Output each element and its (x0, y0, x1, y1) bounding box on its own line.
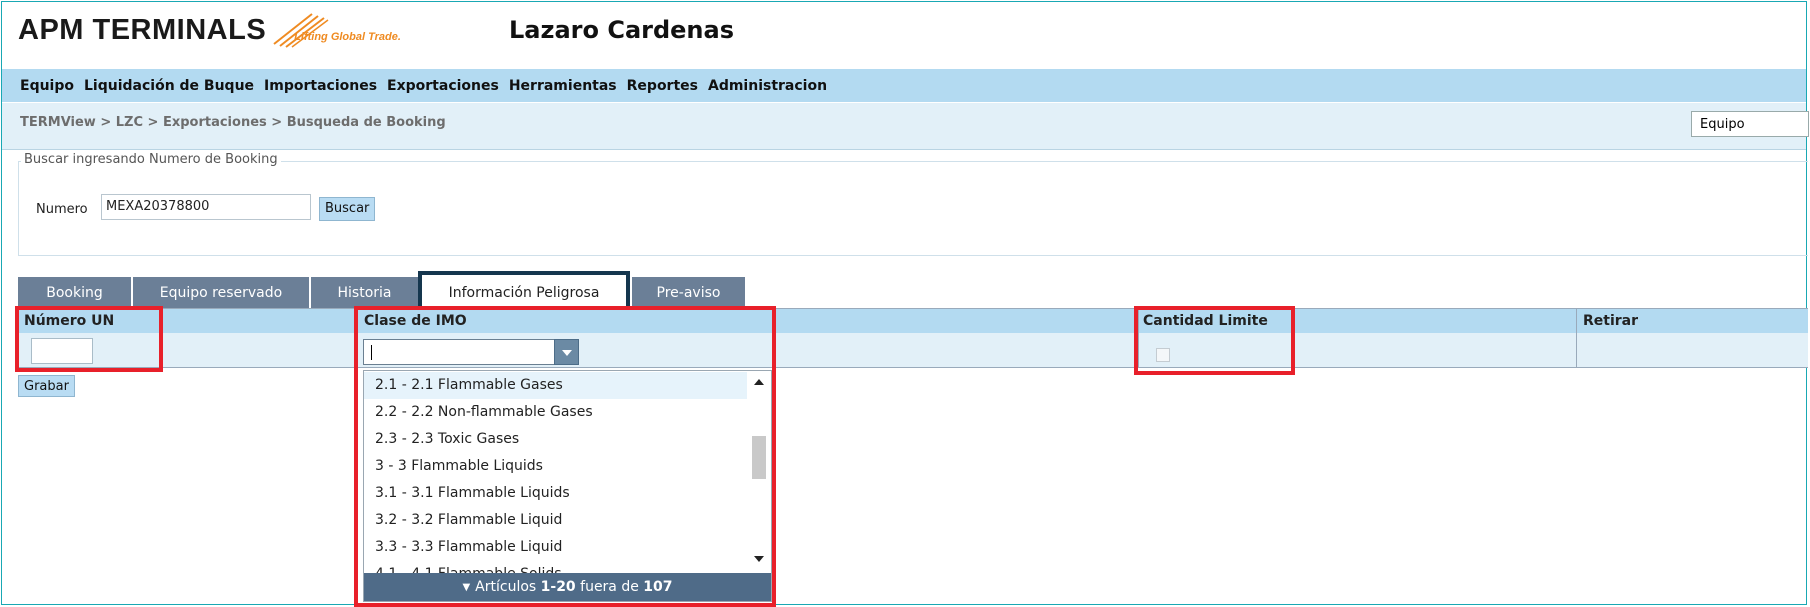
breadcrumb: TERMView > LZC > Exportaciones > Busqued… (20, 115, 446, 130)
column-header-retirar: Retirar (1583, 313, 1639, 329)
chevron-down-icon[interactable] (554, 339, 579, 365)
dangerous-goods-grid: Número UN Clase de IMO Cantidad Limite R… (18, 308, 1808, 368)
main-menu-bar: Equipo Liquidación de Buque Importacione… (2, 69, 1806, 102)
breadcrumb-bar: TERMView > LZC > Exportaciones > Busqued… (2, 103, 1809, 150)
grabar-button[interactable]: Grabar (18, 375, 75, 397)
dropdown-option[interactable]: 2.1 - 2.1 Flammable Gases (364, 372, 747, 399)
brand-tagline: Lifting Global Trade. (294, 31, 401, 43)
menu-item-herramientas[interactable]: Herramientas (509, 78, 617, 94)
text-cursor (371, 345, 372, 360)
search-legend: Buscar ingresando Numero de Booking (21, 152, 281, 167)
dropdown-option[interactable]: 3.2 - 3.2 Flammable Liquid (364, 507, 747, 534)
caret-down-icon: ▼ (462, 581, 471, 593)
brand-swoosh-icon: Lifting Global Trade. (272, 10, 401, 50)
brand-logo: APM TERMINALS Lifting Global Trade. (18, 8, 401, 52)
scroll-up-arrow-icon[interactable] (754, 379, 764, 385)
column-divider (1138, 309, 1139, 367)
imo-class-dropdown-list[interactable]: 2.1 - 2.1 Flammable Gases 2.2 - 2.2 Non-… (363, 370, 772, 602)
site-title: Lazaro Cardenas (509, 16, 734, 44)
column-divider (357, 309, 358, 367)
menu-item-administracion[interactable]: Administracion (708, 78, 827, 94)
tab-equipo-reservado[interactable]: Equipo reservado (133, 277, 309, 308)
dropdown-option[interactable]: 2.3 - 2.3 Toxic Gases (364, 426, 747, 453)
pager-total: 107 (643, 579, 673, 595)
cantidad-limite-checkbox[interactable] (1156, 348, 1170, 362)
menu-item-exportaciones[interactable]: Exportaciones (387, 78, 499, 94)
dropdown-option[interactable]: 3.1 - 3.1 Flammable Liquids (364, 480, 747, 507)
pager-prefix: Artículos (475, 579, 537, 595)
scroll-down-arrow-icon[interactable] (754, 556, 764, 562)
tab-informacion-peligrosa[interactable]: Información Peligrosa (418, 271, 630, 310)
pager-middle: fuera de (580, 579, 639, 595)
numero-label: Numero (36, 202, 88, 217)
imo-class-combobox[interactable] (363, 339, 579, 365)
tab-historia[interactable]: Historia (311, 277, 418, 308)
menu-item-equipo[interactable]: Equipo (20, 78, 74, 94)
menu-item-reportes[interactable]: Reportes (627, 78, 698, 94)
menu-item-liquidacion-buque[interactable]: Liquidación de Buque (84, 78, 254, 94)
grid-header (19, 309, 1808, 334)
column-divider (1576, 309, 1577, 367)
equipo-select[interactable]: Equipo (1691, 111, 1809, 137)
buscar-button[interactable]: Buscar (319, 197, 376, 221)
dropdown-option[interactable]: 3 - 3 Flammable Liquids (364, 453, 747, 480)
dropdown-scrollbar[interactable] (747, 371, 771, 574)
dropdown-pager[interactable]: ▼ Artículos 1-20 fuera de 107 (364, 573, 771, 601)
un-number-input[interactable] (31, 338, 93, 364)
dropdown-option[interactable]: 2.2 - 2.2 Non-flammable Gases (364, 399, 747, 426)
brand-name: APM TERMINALS (18, 13, 267, 46)
scrollbar-thumb[interactable] (752, 436, 766, 479)
tab-booking[interactable]: Booking (18, 277, 131, 308)
column-header-clase-imo: Clase de IMO (364, 313, 467, 329)
booking-number-input[interactable]: MEXA20378800 (101, 194, 311, 220)
menu-item-importaciones[interactable]: Importaciones (264, 78, 377, 94)
column-header-numero-un: Número UN (24, 313, 115, 329)
dropdown-option[interactable]: 3.3 - 3.3 Flammable Liquid (364, 534, 747, 561)
column-header-cantidad-limite: Cantidad Limite (1143, 313, 1268, 329)
tab-pre-aviso[interactable]: Pre-aviso (632, 277, 745, 308)
pager-range: 1-20 (540, 579, 576, 595)
table-row (19, 333, 1808, 367)
